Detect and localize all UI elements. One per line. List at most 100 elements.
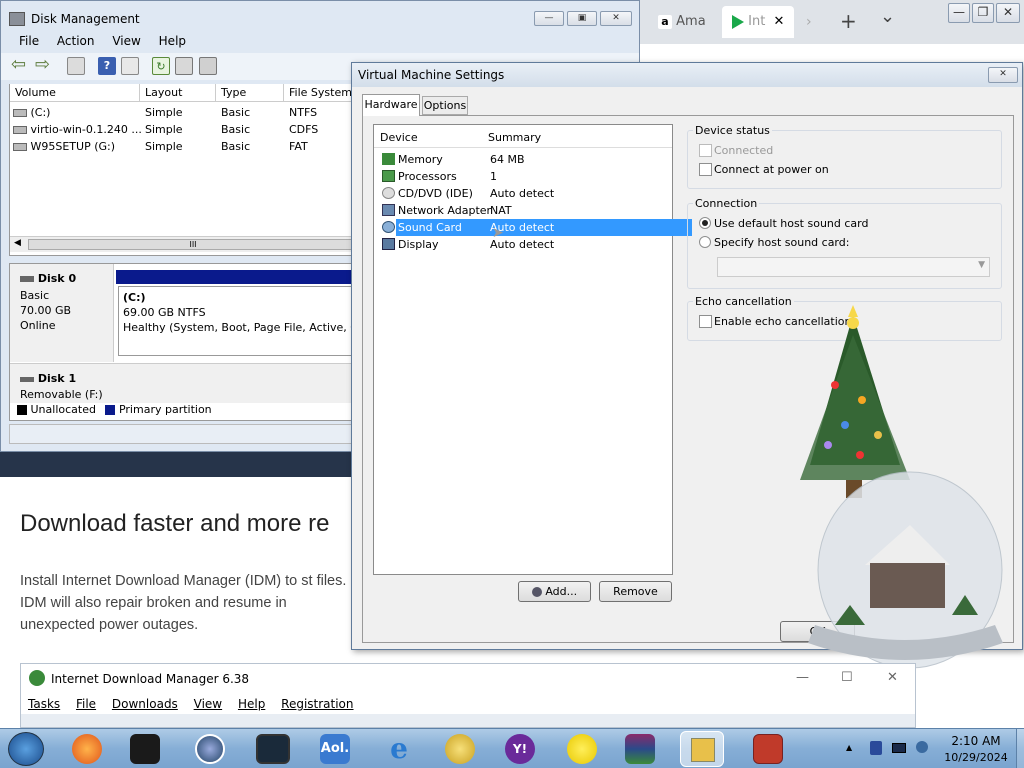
chevron-down-icon: ▼ [978,260,985,270]
tab-hardware[interactable]: Hardware [362,94,420,116]
maximize-button[interactable]: ☐ [841,670,853,685]
tab-options[interactable]: Options [422,96,468,115]
disk0-label-panel[interactable]: Disk 0 Basic 70.00 GB Online [10,264,114,362]
menu-downloads[interactable]: Downloads [112,697,178,711]
scrollbar-thumb[interactable]: III [28,239,358,250]
new-tab-button[interactable]: + [840,9,857,33]
horizontal-scrollbar[interactable]: ◀ III [10,236,358,252]
volume-type: Basic [221,106,251,119]
device-row-network-adapter[interactable]: Network Adapter NAT [378,202,674,219]
sound-card-select[interactable]: ▼ [717,257,990,277]
winrar-icon[interactable] [625,734,655,764]
media-player-icon[interactable] [195,734,225,764]
menu-tasks[interactable]: Tasks [28,697,60,711]
dialog-title: Virtual Machine Settings [358,68,505,82]
christmas-tree-snowglobe-icon [800,305,1003,669]
remove-button[interactable]: Remove [599,581,672,602]
device-row-display[interactable]: Display Auto detect [378,236,674,253]
disk1-label-panel[interactable]: Disk 1 Removable (F:) [10,363,355,403]
yahoo-icon[interactable]: Y! [505,734,535,764]
connection-label: Connection [693,197,760,210]
close-button[interactable]: ✕ [600,11,632,26]
show-desktop-button[interactable] [1016,729,1024,768]
christmas-desktop-widget[interactable] [790,305,1020,670]
forward-arrow-icon[interactable]: ⇨ [35,54,50,75]
monitor-icon[interactable] [256,734,290,764]
firefox-icon[interactable] [72,734,102,764]
device-row-memory[interactable]: Memory 64 MB [378,151,674,168]
specify-sound-card-radio[interactable] [699,236,711,248]
restore-button[interactable]: ❐ [972,3,994,23]
partition-block[interactable]: (C:) 69.00 GB NTFS Healthy (System, Boot… [118,286,356,356]
clock-date[interactable]: 10/29/2024 [940,751,1012,764]
column-header-device[interactable]: Device [380,131,418,144]
menu-file[interactable]: File [76,697,96,711]
close-button[interactable]: ✕ [996,3,1020,23]
echo-cancellation-checkbox[interactable] [699,315,712,328]
connect-at-power-on-checkbox[interactable] [699,163,712,176]
menu-file[interactable]: File [19,34,39,48]
internet-explorer-icon[interactable]: e [384,734,414,764]
table-row[interactable]: virtio-win-0.1.240 ... [13,121,142,138]
show-hide-tree-icon[interactable] [67,57,85,75]
column-header-layout[interactable]: Layout [140,84,216,102]
memory-icon [382,153,395,165]
idm-window: Internet Download Manager 6.38 — ☐ ✕ Tas… [20,663,916,728]
legend-primary-swatch [105,405,116,415]
connected-checkbox[interactable] [699,144,712,157]
column-header-volume[interactable]: Volume [10,84,140,102]
table-row[interactable]: (C:) [13,104,50,121]
column-header-file-system[interactable]: File System [284,84,354,102]
table-row[interactable]: W95SETUP (G:) [13,138,115,155]
refresh-icon[interactable]: ↻ [152,57,170,75]
minimize-button[interactable]: — [534,11,564,26]
start-orb-icon[interactable] [8,732,44,766]
minimize-button[interactable]: — [948,3,970,23]
menu-help[interactable]: Help [159,34,186,48]
legend-primary: Primary partition [118,403,212,416]
device-row-cd-dvd[interactable]: CD/DVD (IDE) Auto detect [378,185,674,202]
column-header-summary[interactable]: Summary [488,131,541,144]
volume-type: Basic [221,123,251,136]
default-sound-card-radio[interactable] [699,217,711,229]
rescan-icon[interactable] [199,57,217,75]
terminal-icon[interactable] [130,734,160,764]
tab-list-button[interactable]: ⌄ [880,6,895,27]
vmware-taskbar-button[interactable] [680,731,724,767]
properties-icon[interactable] [121,57,139,75]
chevron-right-icon[interactable]: › [806,14,812,30]
close-button[interactable]: ✕ [988,67,1018,83]
clock-time[interactable]: 2:10 AM [946,734,1006,748]
menu-action[interactable]: Action [57,34,95,48]
tab-amazon[interactable]: a Ama [648,6,718,38]
maximize-button[interactable]: ▣ [567,11,597,26]
menu-view[interactable]: View [194,697,222,711]
column-header-type[interactable]: Type [216,84,284,102]
disk0-name: Disk 0 [20,272,76,285]
volume-tray-icon[interactable] [916,741,928,753]
toolbox-icon[interactable] [753,734,783,764]
close-button[interactable]: ✕ [887,670,898,685]
menu-registration[interactable]: Registration [281,697,353,711]
tray-arrow-icon[interactable]: ▲ [846,743,852,752]
shield-icon[interactable] [870,741,882,755]
settings-icon[interactable] [175,57,193,75]
smiley-messenger-icon[interactable] [445,734,475,764]
smiley-icon[interactable] [567,734,597,764]
tab-internet-download[interactable]: Int ✕ [722,6,794,38]
add-button[interactable]: Add... [518,581,591,602]
menu-view[interactable]: View [112,34,140,48]
device-status-label: Device status [693,124,772,137]
aol-icon[interactable]: Aol. [320,734,350,764]
network-tray-icon[interactable] [892,743,906,753]
scroll-left-icon[interactable]: ◀ [14,238,21,248]
device-row-processors[interactable]: Processors 1 [378,168,674,185]
echo-cancellation-label: Echo cancellation [693,295,794,308]
device-row-sound-card[interactable]: Sound Card Auto detect [378,219,692,236]
menu-help[interactable]: Help [238,697,265,711]
back-arrow-icon[interactable]: ⇦ [11,54,26,75]
minimize-button[interactable]: — [796,670,809,685]
help-icon[interactable]: ? [98,57,116,75]
connect-at-power-on-label: Connect at power on [714,163,829,176]
close-tab-icon[interactable]: ✕ [773,14,784,29]
